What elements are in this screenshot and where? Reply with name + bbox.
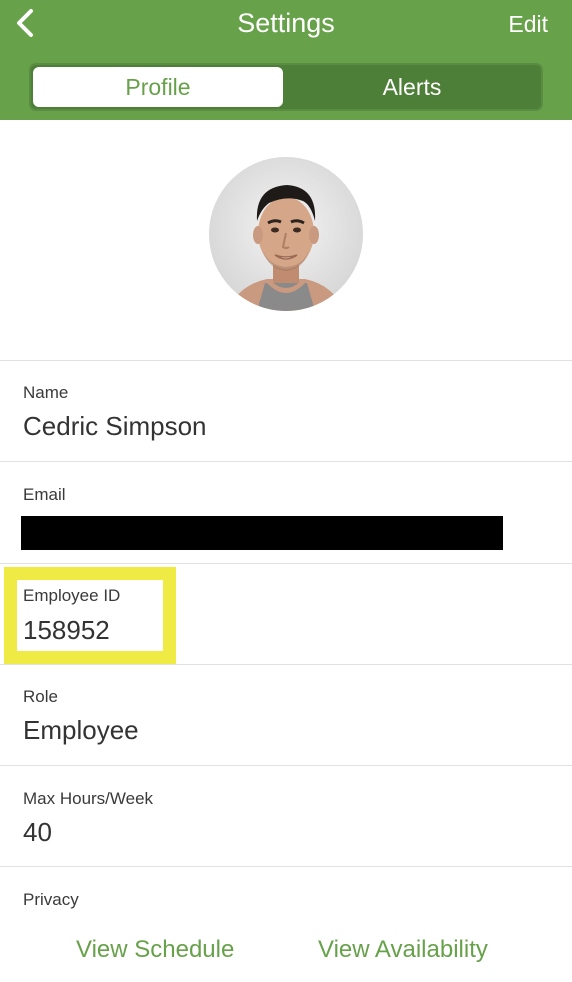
employee-id-label: Employee ID [23,586,121,605]
name-value: Cedric Simpson [23,411,207,441]
employee-id-value: 158952 [23,615,110,645]
divider [0,461,572,462]
email-label: Email [23,485,66,504]
divider [0,765,572,766]
divider [0,866,572,867]
name-label: Name [23,383,69,402]
role-value: Employee [23,715,139,745]
top-bar: Settings Edit Profile Alerts [0,0,572,120]
role-label: Role [23,687,58,706]
divider [0,664,572,665]
view-schedule-link[interactable]: View Schedule [76,934,234,966]
privacy-label: Privacy [23,890,79,909]
avatar[interactable] [209,157,363,311]
divider [0,563,572,564]
segmented-control: Profile Alerts [29,63,543,111]
divider [0,360,572,361]
view-availability-link[interactable]: View Availability [318,934,488,966]
page-title: Settings [237,8,335,38]
max-hours-value: 40 [23,817,52,847]
email-value-redacted [21,516,503,550]
tab-alerts[interactable]: Alerts [285,67,539,107]
max-hours-label: Max Hours/Week [23,789,154,808]
tab-profile[interactable]: Profile [33,67,283,107]
edit-button[interactable]: Edit [508,8,548,40]
profile-photo [209,157,363,311]
